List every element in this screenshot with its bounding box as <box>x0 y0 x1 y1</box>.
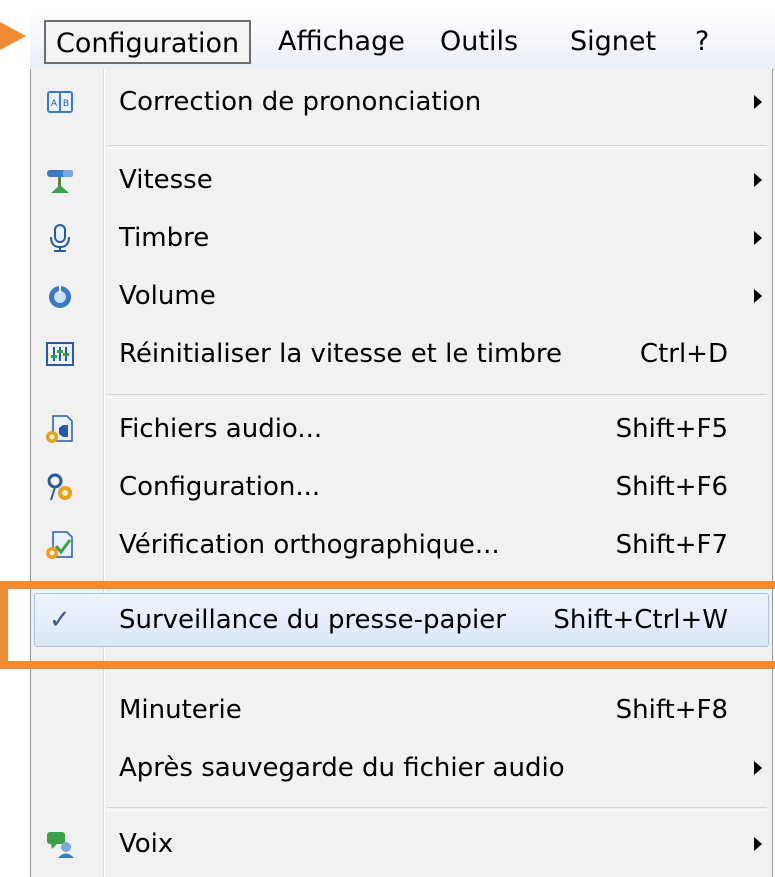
shortcut-text: Shift+F7 <box>615 530 728 560</box>
settings-gear-icon <box>45 472 75 502</box>
menu-bar: Configuration Affichage Outils Signet ? <box>30 15 775 70</box>
menu-configuration[interactable]: Configuration <box>44 20 252 64</box>
menu-item-label: Vitesse <box>119 165 213 195</box>
submenu-arrow-icon <box>754 837 762 851</box>
speed-icon <box>45 165 75 195</box>
shortcut-text: Shift+F5 <box>615 414 728 444</box>
separator <box>107 145 767 149</box>
submenu-arrow-icon <box>754 289 762 303</box>
submenu-arrow-icon <box>754 231 762 245</box>
menu-item-label: Timbre <box>119 223 210 253</box>
menu-item-label: Réinitialiser la vitesse et le timbre <box>119 339 562 369</box>
menu-item-verification-orthographique[interactable]: Vérification orthographique... Shift+F7 <box>31 516 772 574</box>
separator <box>107 807 767 811</box>
svg-text:A: A <box>51 99 58 109</box>
submenu-arrow-icon <box>754 761 762 775</box>
menu-item-reinitialiser[interactable]: Réinitialiser la vitesse et le timbre Ct… <box>31 325 772 383</box>
menu-item-label: Correction de prononciation <box>119 87 482 117</box>
callout-highlight-box <box>0 581 775 669</box>
menu-help[interactable]: ? <box>685 20 719 64</box>
audio-file-icon <box>45 414 75 444</box>
menu-item-minuterie[interactable]: Minuterie Shift+F8 <box>31 681 772 739</box>
menu-item-label: Voix <box>119 829 174 859</box>
menu-item-label: Vérification orthographique... <box>119 530 500 560</box>
menu-item-correction-prononciation[interactable]: A B Correction de prononciation <box>31 73 772 131</box>
separator <box>107 394 767 398</box>
menu-item-timbre[interactable]: Timbre <box>31 209 772 267</box>
microphone-icon <box>45 223 75 253</box>
spell-check-icon <box>45 530 75 560</box>
submenu-arrow-icon <box>754 95 762 109</box>
voice-chat-icon <box>45 829 75 859</box>
menu-outils[interactable]: Outils <box>430 20 528 64</box>
menu-item-label: Volume <box>119 281 216 311</box>
menu-item-configuration[interactable]: Configuration... Shift+F6 <box>31 458 772 516</box>
menu-item-fichiers-audio[interactable]: Fichiers audio... Shift+F5 <box>31 400 772 458</box>
menu-signet[interactable]: Signet <box>560 20 666 64</box>
menu-item-voix[interactable]: Voix <box>31 815 772 873</box>
submenu-arrow-icon <box>754 173 762 187</box>
menu-item-label: Après sauvegarde du fichier audio <box>119 753 565 783</box>
svg-text:B: B <box>63 99 69 109</box>
configuration-dropdown-menu: A B Correction de prononciation Vitesse <box>30 69 773 877</box>
menu-item-volume[interactable]: Volume <box>31 267 772 325</box>
menu-item-apres-sauvegarde[interactable]: Après sauvegarde du fichier audio <box>31 739 772 797</box>
menu-item-label: Fichiers audio... <box>119 414 323 444</box>
menu-item-vitesse[interactable]: Vitesse <box>31 151 772 209</box>
shortcut-text: Shift+F8 <box>615 695 728 725</box>
equalizer-icon <box>45 339 75 369</box>
menu-item-label: Minuterie <box>119 695 242 725</box>
menu-affichage[interactable]: Affichage <box>268 20 415 64</box>
shortcut-text: Ctrl+D <box>639 339 728 369</box>
shortcut-text: Shift+F6 <box>615 472 728 502</box>
volume-icon <box>45 281 75 311</box>
ab-book-icon: A B <box>45 87 75 117</box>
callout-arrow <box>0 22 26 50</box>
menu-item-label: Configuration... <box>119 472 321 502</box>
